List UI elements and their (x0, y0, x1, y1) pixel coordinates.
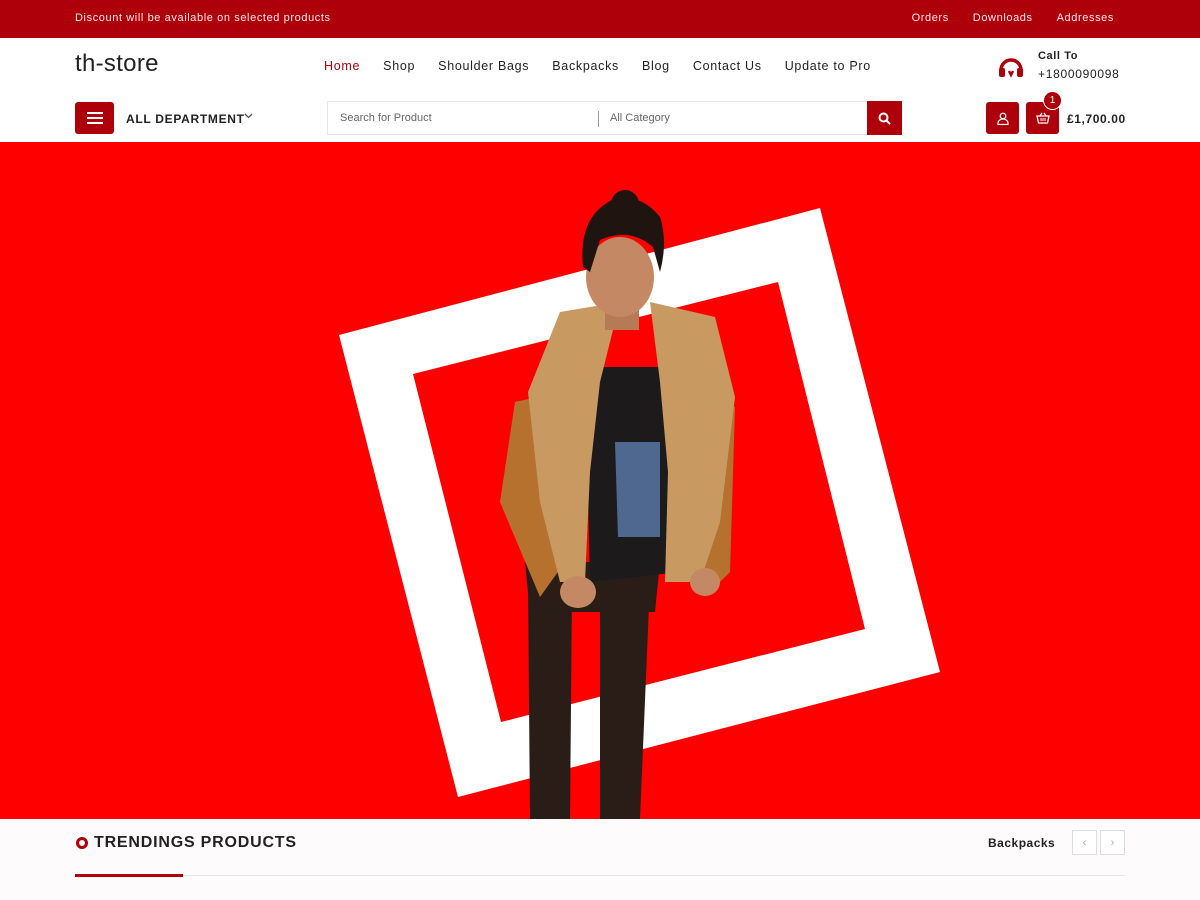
orders-link[interactable]: Orders (912, 12, 949, 24)
call-box: Call To +1800090098 (996, 50, 1119, 82)
addresses-link[interactable]: Addresses (1057, 12, 1114, 24)
nav-backpacks[interactable]: Backpacks (552, 59, 619, 73)
circle-icon (76, 837, 88, 849)
menu-button[interactable] (75, 102, 114, 134)
trending-title: TRENDINGS PRODUCTS (94, 834, 297, 851)
downloads-link[interactable]: Downloads (973, 12, 1033, 24)
search-button[interactable] (867, 101, 902, 135)
section-divider-accent (75, 874, 183, 877)
call-info: Call To +1800090098 (1038, 50, 1119, 81)
section-divider (75, 875, 1125, 876)
chevron-down-icon[interactable] (244, 111, 253, 123)
category-select[interactable]: All Category (610, 112, 670, 124)
chevron-right-icon: › (1110, 836, 1115, 849)
nav-blog[interactable]: Blog (642, 59, 670, 73)
top-bar: Discount will be available on selected p… (0, 0, 1200, 38)
cart-total[interactable]: £1,700.00 (1067, 112, 1126, 126)
headphones-icon (996, 52, 1026, 82)
nav-home[interactable]: Home (324, 59, 360, 73)
hamburger-icon (86, 112, 103, 124)
trending-category-tab[interactable]: Backpacks (988, 836, 1055, 850)
trending-heading: TRENDINGS PRODUCTS (76, 834, 297, 852)
cart-count-badge: 1 (1043, 91, 1062, 110)
call-number[interactable]: +1800090098 (1038, 67, 1119, 81)
user-icon (996, 112, 1009, 125)
search-divider (598, 111, 599, 127)
site-logo[interactable]: th-store (75, 50, 159, 78)
nav-update-to-pro[interactable]: Update to Pro (785, 59, 871, 73)
search-icon (878, 112, 891, 125)
next-button[interactable]: › (1100, 830, 1125, 855)
promo-text: Discount will be available on selected p… (75, 12, 331, 24)
trending-section (0, 819, 1200, 900)
hero-illustration (339, 190, 940, 819)
top-links: Orders Downloads Addresses (912, 12, 1114, 24)
nav-shop[interactable]: Shop (383, 59, 415, 73)
hero-banner[interactable] (0, 142, 1200, 819)
account-button[interactable] (986, 102, 1019, 134)
all-department-label[interactable]: ALL DEPARTMENT (126, 112, 245, 126)
prev-button[interactable]: ‹ (1072, 830, 1097, 855)
chevron-left-icon: ‹ (1082, 836, 1087, 849)
nav-shoulder-bags[interactable]: Shoulder Bags (438, 59, 529, 73)
main-nav: Home Shop Shoulder Bags Backpacks Blog C… (324, 59, 871, 73)
search-input[interactable]: Search for Product (340, 112, 432, 124)
search-bar: Search for Product All Category (327, 101, 902, 135)
basket-icon (1035, 112, 1050, 124)
nav-contact-us[interactable]: Contact Us (693, 59, 762, 73)
call-label: Call To (1038, 50, 1079, 62)
